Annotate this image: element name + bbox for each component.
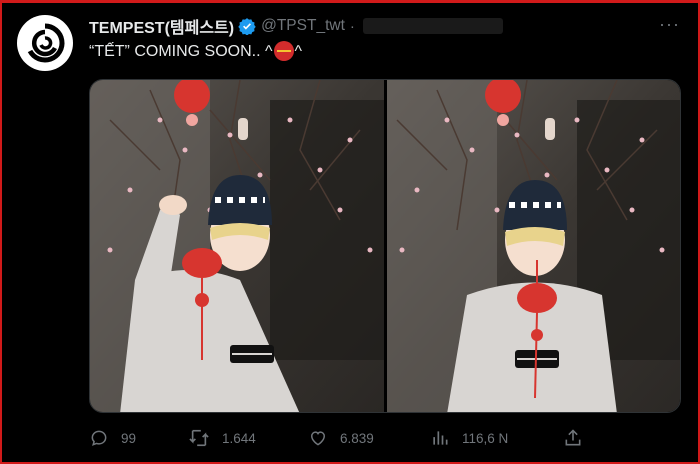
views-button[interactable]: 116,6 N xyxy=(430,428,508,448)
view-count: 116,6 N xyxy=(462,430,509,446)
reply-count: 99 xyxy=(121,430,137,446)
heart-icon xyxy=(310,431,326,446)
like-button[interactable]: 6.839 xyxy=(308,428,374,448)
tweet-photo-2[interactable] xyxy=(386,80,680,412)
lantern-emoji-icon xyxy=(273,41,294,61)
share-button[interactable] xyxy=(563,428,583,448)
author-handle[interactable]: @TPST_twt xyxy=(261,17,345,35)
tweet-text-suffix: ^ xyxy=(294,43,303,60)
tweet-header: TEMPEST(템페스트) @TPST_twt · xyxy=(89,15,503,37)
tweet-text-prefix: “TẾT” COMING SOON.. ^ xyxy=(89,43,273,60)
tweet-actions: 99 1.644 6.839 116,6 N xyxy=(89,428,589,450)
separator-dot: · xyxy=(349,17,355,35)
media-grid xyxy=(89,79,681,413)
reply-icon xyxy=(91,430,107,446)
redacted-timestamp xyxy=(362,18,503,34)
share-icon xyxy=(565,429,581,446)
reply-button[interactable]: 99 xyxy=(89,428,136,448)
retweet-icon xyxy=(189,429,209,447)
verified-badge-icon xyxy=(238,17,256,35)
author-name[interactable]: TEMPEST(템페스트) xyxy=(89,14,234,38)
tempest-logo-icon xyxy=(24,22,66,64)
analytics-icon xyxy=(433,431,448,445)
retweet-count: 1.644 xyxy=(222,430,256,446)
more-options-icon[interactable]: ··· xyxy=(659,15,680,33)
retweet-button[interactable]: 1.644 xyxy=(188,428,256,448)
avatar[interactable] xyxy=(17,15,73,71)
tweet-text: “TẾT” COMING SOON.. ^ ^ xyxy=(89,41,303,62)
tweet-photo-1[interactable] xyxy=(90,80,384,412)
like-count: 6.839 xyxy=(340,430,374,446)
